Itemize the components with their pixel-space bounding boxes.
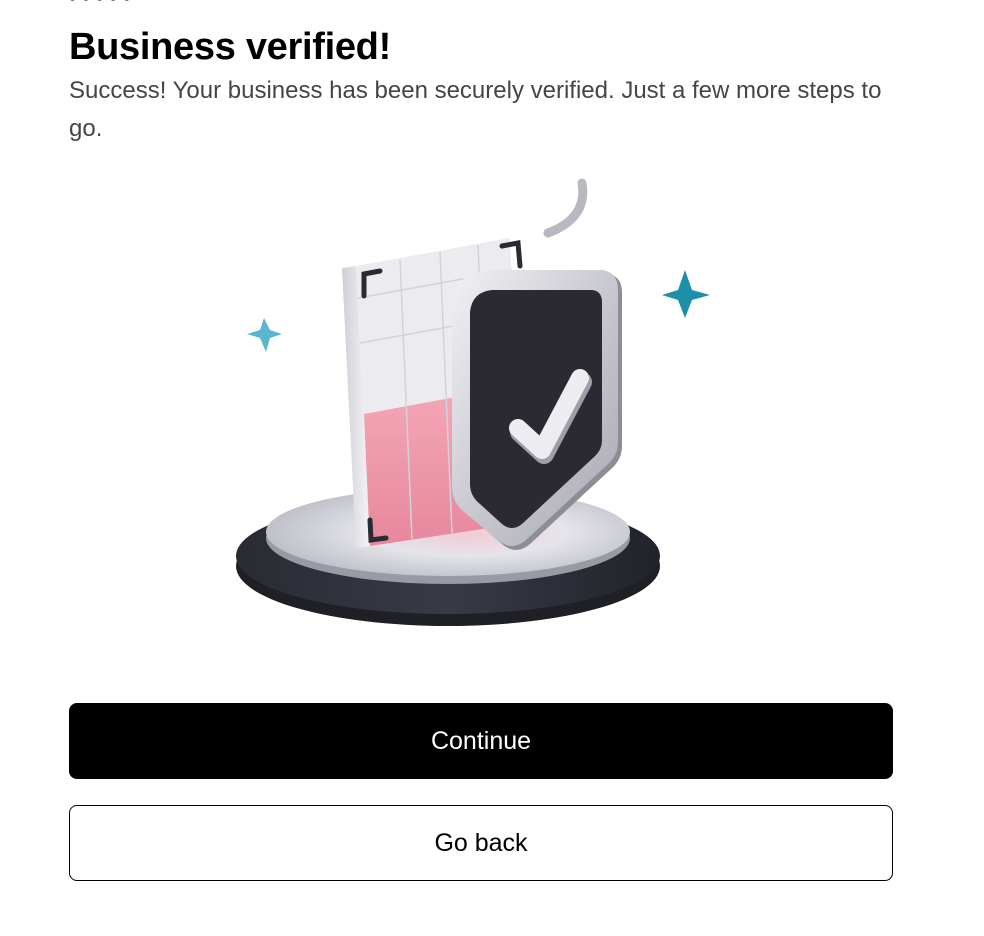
page-subtitle: Success! Your business has been securely… xyxy=(69,77,882,142)
step-indicator: • • • • • xyxy=(69,0,131,11)
go-back-button[interactable]: Go back xyxy=(69,805,893,881)
sparkle-icon xyxy=(247,318,282,352)
ring-fragment xyxy=(543,178,588,238)
sparkle-icon xyxy=(662,270,710,318)
page-title: Business verified! xyxy=(69,26,391,68)
continue-button[interactable]: Continue xyxy=(69,703,893,779)
verified-shield-illustration xyxy=(236,178,710,626)
